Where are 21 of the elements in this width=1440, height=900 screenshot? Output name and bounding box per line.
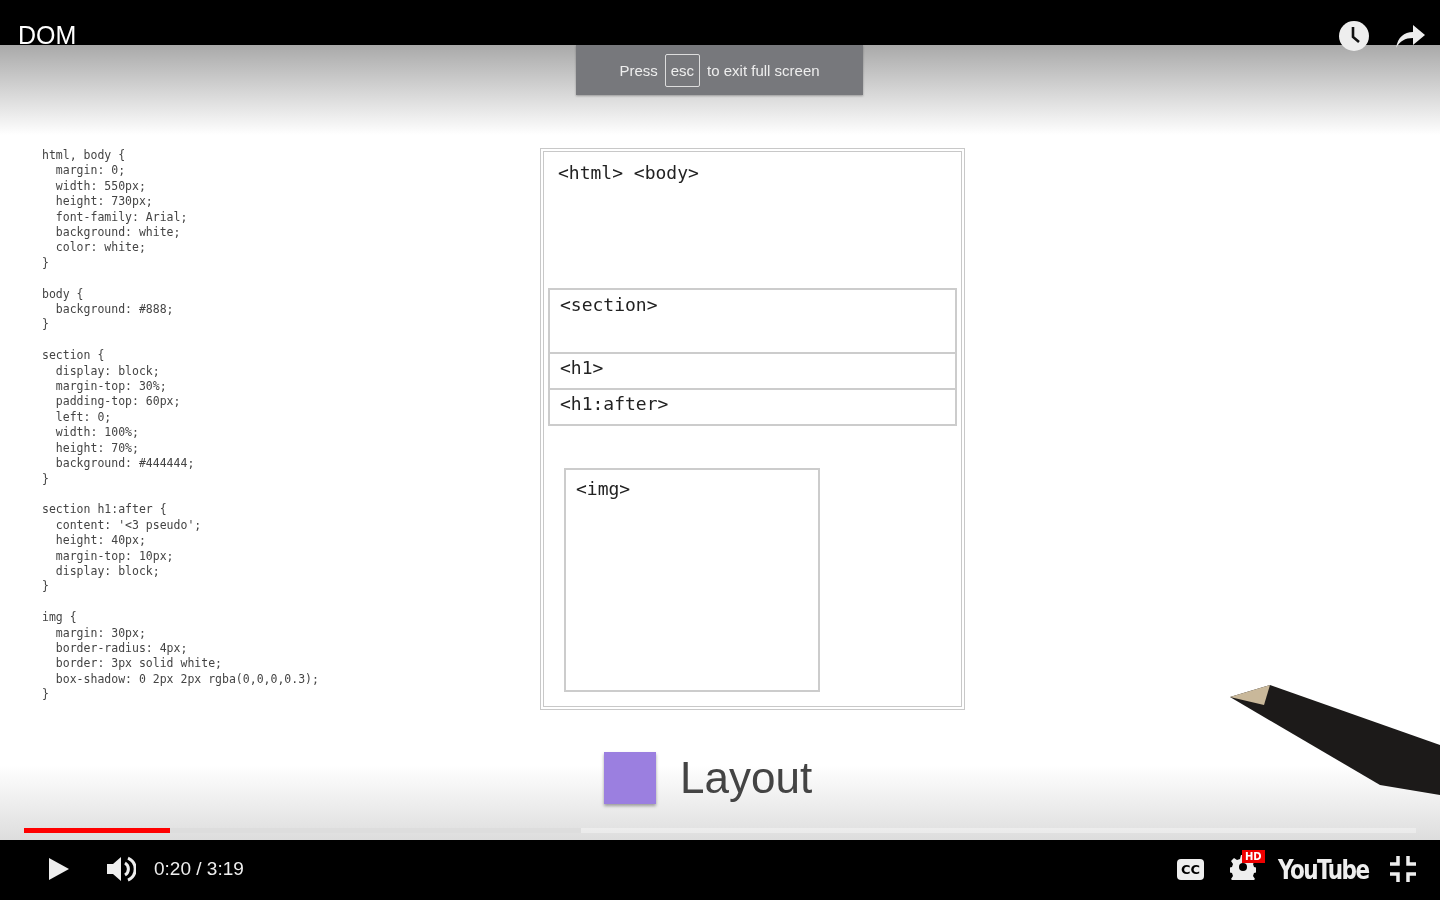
- clock-icon[interactable]: [1338, 20, 1370, 52]
- share-icon[interactable]: [1394, 23, 1426, 49]
- notice-text: Press: [619, 61, 658, 79]
- captions-button[interactable]: CC: [1176, 858, 1204, 880]
- esc-key: esc: [664, 53, 701, 87]
- progress-bar[interactable]: [24, 828, 1416, 833]
- volume-icon[interactable]: [106, 855, 136, 883]
- box-label: <section>: [560, 294, 658, 315]
- code-listing: html, body { margin: 0; width: 550px; height: 730px; font-family: Arial; background: white; color: white; } body { background: #888; } section { display: block; margin-top: 30%; padding-top: 60px; left: 0; width: 100%; height: 70%; background: #444444; } section h1:after { content: '<3 pseudo'; height: 40px; margin-top: 10px; display: block; } img { margin: 30px; border-radius: 4px; border: 3px solid white; box-shadow: 0 2px 2px rgba(0,0,0,0.3); }: [41, 148, 320, 704]
- hd-badge: HD: [1242, 850, 1265, 863]
- video-title: DOM: [18, 21, 77, 49]
- time-display: 0:20 / 3:19: [154, 858, 244, 880]
- box-label: <h1:after>: [560, 393, 669, 414]
- box-label: <html> <body>: [558, 162, 699, 183]
- notice-text: to exit full screen: [707, 61, 820, 79]
- play-icon[interactable]: [48, 857, 70, 881]
- legend-label: Layout: [680, 753, 813, 803]
- youtube-logo[interactable]: YouTube: [1278, 853, 1374, 885]
- box-label: <h1>: [560, 357, 604, 378]
- box-label: <img>: [576, 478, 631, 499]
- exit-fullscreen-icon[interactable]: [1390, 856, 1416, 882]
